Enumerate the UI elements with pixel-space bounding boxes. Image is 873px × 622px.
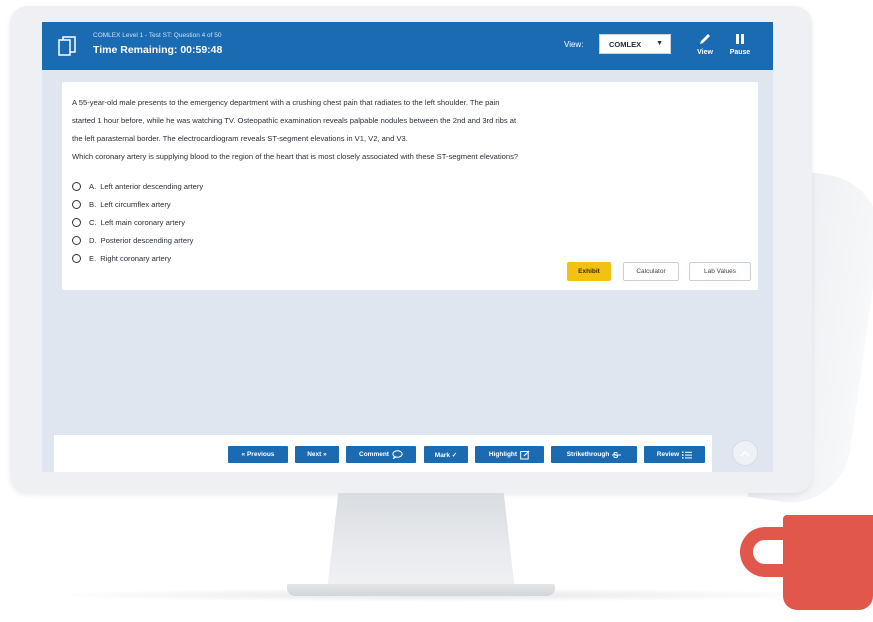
monitor-stand — [327, 493, 515, 591]
highlight-label: Highlight — [488, 451, 518, 458]
time-remaining: Time Remaining: 00:59:48 — [93, 44, 223, 56]
view-button-label: View — [697, 49, 713, 56]
choice-text: Right coronary artery — [100, 253, 172, 263]
navigation-bar: « Previous Next » Comment Mark ✓ Highlig… — [54, 435, 712, 472]
caret-down-icon: ▼ — [656, 40, 663, 47]
lab-values-button[interactable]: Lab Values — [689, 262, 751, 281]
calculator-button[interactable]: Calculator — [623, 262, 679, 281]
choice-letter: A. — [89, 181, 97, 191]
pause-icon — [736, 34, 744, 44]
view-button[interactable]: View — [687, 32, 723, 66]
strikethrough-icon: S — [612, 451, 622, 459]
radio-button[interactable] — [72, 181, 81, 191]
choice-text: Posterior descending artery — [100, 235, 194, 245]
strikethrough-button[interactable]: Strikethrough S — [551, 446, 637, 463]
answer-choice-c[interactable]: C. Left main coronary artery — [72, 213, 472, 231]
choice-letter: B. — [89, 199, 97, 209]
mark-label: Mark ✓ — [434, 451, 458, 459]
exam-type-select[interactable]: COMLEX ▼ — [599, 34, 671, 54]
answer-choice-a[interactable]: A. Left anterior descending artery — [72, 177, 472, 195]
exhibit-button[interactable]: Exhibit — [567, 262, 611, 281]
view-label: View: — [564, 40, 584, 49]
choice-letter: C. — [89, 217, 97, 227]
chevron-up-icon — [740, 450, 750, 457]
pause-button-label: Pause — [729, 49, 751, 56]
next-label: Next » — [307, 451, 327, 458]
previous-label: « Previous — [241, 451, 275, 458]
answer-choices: A. Left anterior descending artery B. Le… — [72, 177, 472, 267]
monitor-base — [287, 584, 555, 596]
choice-text: Left anterior descending artery — [100, 181, 204, 191]
highlight-button[interactable]: Highlight — [475, 446, 544, 463]
question-stem: A 55-year-old male presents to the emerg… — [72, 94, 752, 166]
radio-button[interactable] — [72, 253, 81, 263]
strikethrough-label: Strikethrough — [566, 451, 610, 458]
coffee-mug — [783, 515, 873, 610]
radio-button[interactable] — [72, 235, 81, 245]
mark-button[interactable]: Mark ✓ — [424, 446, 468, 463]
choice-text: Left circumflex artery — [100, 199, 171, 209]
scroll-up-button[interactable] — [732, 440, 758, 466]
speech-bubble-icon — [392, 450, 403, 459]
stem-line: started 1 hour before, while he was watc… — [72, 116, 517, 125]
radio-button[interactable] — [72, 217, 81, 227]
exam-type-value: COMLEX — [609, 39, 642, 49]
question-progress: COMLEX Level 1 - Test ST: Question 4 of … — [93, 32, 222, 39]
answer-choice-d[interactable]: D. Posterior descending artery — [72, 231, 472, 249]
answer-choice-e[interactable]: E. Right coronary artery — [72, 249, 472, 267]
previous-button[interactable]: « Previous — [228, 446, 288, 463]
choice-letter: E. — [89, 253, 97, 263]
highlight-edit-icon — [520, 450, 530, 459]
choice-text: Left main coronary artery — [100, 217, 186, 227]
list-icon — [682, 451, 693, 459]
choice-letter: D. — [89, 235, 97, 245]
stem-line: A 55-year-old male presents to the emerg… — [72, 98, 500, 107]
exam-screen: COMLEX Level 1 - Test ST: Question 4 of … — [42, 22, 773, 472]
stem-line: the left parasternal border. The electro… — [72, 134, 408, 143]
pencil-icon — [700, 34, 710, 44]
exam-header: COMLEX Level 1 - Test ST: Question 4 of … — [42, 22, 773, 70]
review-label: Review — [656, 451, 680, 458]
pause-button[interactable]: Pause — [722, 32, 758, 66]
question-panel: A 55-year-old male presents to the emerg… — [62, 82, 758, 290]
question-prompt: Which coronary artery is supplying blood… — [72, 152, 519, 161]
comment-label: Comment — [359, 451, 389, 458]
next-button[interactable]: Next » — [295, 446, 339, 463]
answer-choice-b[interactable]: B. Left circumflex artery — [72, 195, 472, 213]
review-button[interactable]: Review — [644, 446, 705, 463]
document-icon — [58, 36, 76, 56]
comment-button[interactable]: Comment — [346, 446, 416, 463]
radio-button[interactable] — [72, 199, 81, 209]
